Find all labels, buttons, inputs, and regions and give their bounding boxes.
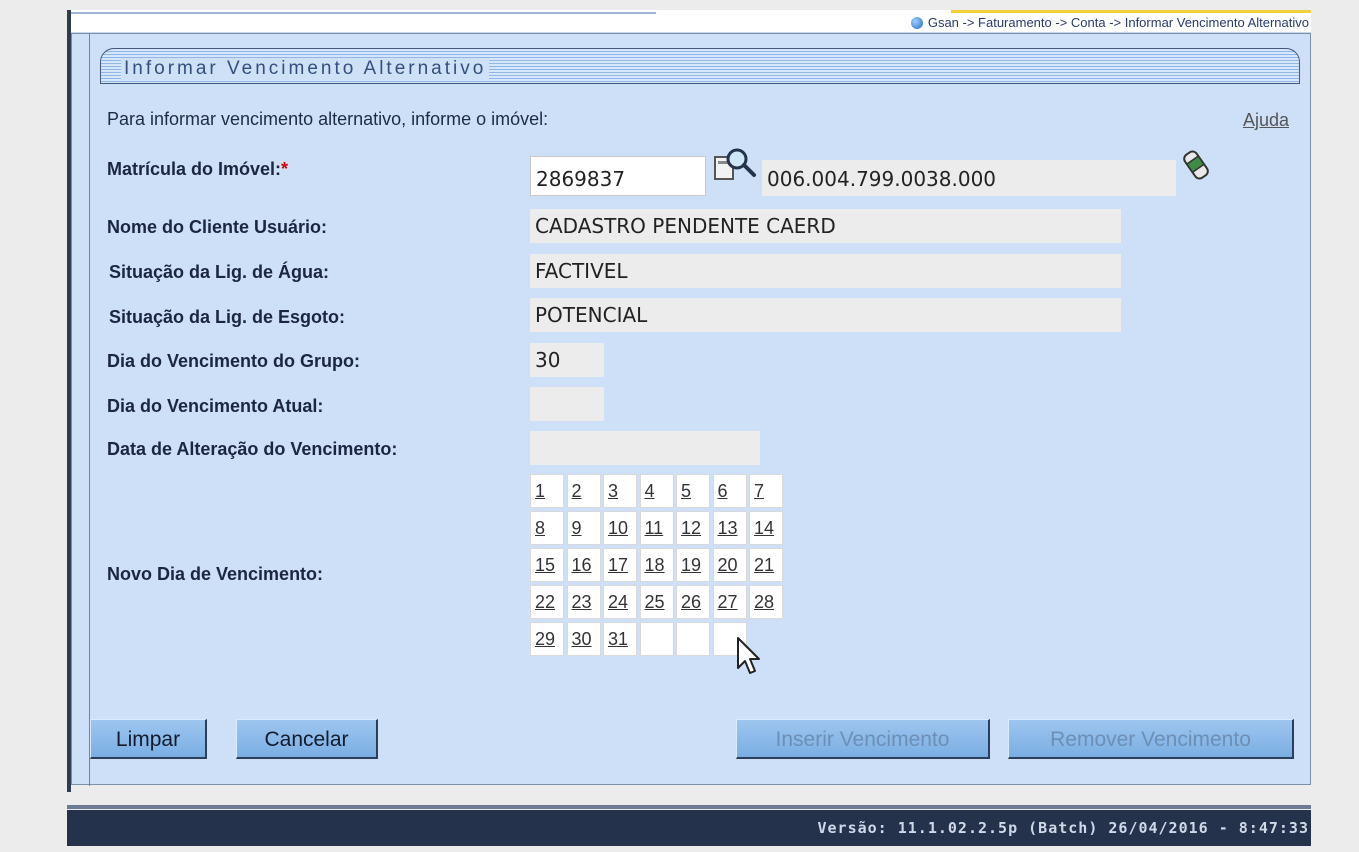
day-link-22[interactable]: 22 — [530, 585, 564, 619]
required-mark: * — [281, 159, 289, 179]
day-link-2[interactable]: 2 — [566, 474, 601, 508]
day-link-31[interactable]: 31 — [603, 622, 637, 656]
day-link-8[interactable]: 8 — [530, 511, 564, 545]
main-panel: Informar Vencimento Alternativo Para inf… — [71, 33, 1311, 786]
dia-grupo-field: 30 — [530, 343, 604, 377]
day-link-21[interactable]: 21 — [749, 548, 783, 582]
footer-separator — [67, 805, 1311, 809]
day-link-10[interactable]: 10 — [603, 511, 637, 545]
novo-dia-label: Novo Dia de Vencimento: — [107, 564, 324, 584]
data-alteracao-label: Data de Alteração do Vencimento: — [107, 439, 398, 459]
search-icon[interactable] — [713, 147, 757, 183]
day-link-29[interactable]: 29 — [530, 622, 564, 656]
day-link-16[interactable]: 16 — [566, 548, 601, 582]
dia-grupo-label: Dia do Vencimento do Grupo: — [107, 351, 361, 371]
help-link[interactable]: Ajuda — [1243, 110, 1289, 131]
day-link-18[interactable]: 18 — [639, 548, 674, 582]
day-link-24[interactable]: 24 — [603, 585, 637, 619]
day-link-28[interactable]: 28 — [749, 585, 783, 619]
matricula-input[interactable]: 2869837 — [530, 156, 706, 196]
day-cell-empty — [676, 622, 710, 656]
day-link-17[interactable]: 17 — [603, 548, 637, 582]
globe-icon — [910, 16, 923, 29]
breadcrumb: Gsan -> Faturamento -> Conta -> Informar… — [910, 15, 1309, 30]
nome-field: CADASTRO PENDENTE CAERD — [530, 209, 1121, 243]
agua-field: FACTIVEL — [530, 254, 1121, 288]
day-link-19[interactable]: 19 — [676, 548, 710, 582]
cancelar-button[interactable]: Cancelar — [236, 719, 378, 759]
header-accent-stripe — [951, 10, 1311, 13]
breadcrumb-bar: Gsan -> Faturamento -> Conta -> Informar… — [71, 10, 1311, 33]
data-alteracao-field — [530, 431, 760, 465]
day-link-1[interactable]: 1 — [530, 474, 564, 508]
day-link-20[interactable]: 20 — [712, 548, 747, 582]
day-link-15[interactable]: 15 — [530, 548, 564, 582]
day-link-5[interactable]: 5 — [676, 474, 710, 508]
esgoto-field: POTENCIAL — [530, 298, 1121, 332]
day-link-12[interactable]: 12 — [676, 511, 710, 545]
day-link-13[interactable]: 13 — [712, 511, 747, 545]
version-text: Versão: 11.1.02.2.5p (Batch) 26/04/2016 … — [817, 819, 1309, 837]
remover-vencimento-button[interactable]: Remover Vencimento — [1008, 719, 1294, 759]
day-link-7[interactable]: 7 — [749, 474, 783, 508]
mouse-cursor-icon — [737, 637, 760, 674]
inserir-vencimento-button[interactable]: Inserir Vencimento — [736, 719, 990, 759]
dia-atual-label: Dia do Vencimento Atual: — [107, 396, 324, 416]
nome-label: Nome do Cliente Usuário: — [107, 217, 328, 237]
day-link-23[interactable]: 23 — [566, 585, 601, 619]
page-title: Informar Vencimento Alternativo — [121, 58, 490, 80]
panel-title-tab: Informar Vencimento Alternativo — [100, 48, 1300, 84]
dia-atual-field — [530, 387, 604, 421]
eraser-icon[interactable] — [1180, 147, 1212, 183]
intro-text: Para informar vencimento alternativo, in… — [107, 109, 549, 129]
day-link-9[interactable]: 9 — [566, 511, 601, 545]
header-stripe — [71, 12, 656, 14]
limpar-button[interactable]: Limpar — [90, 719, 207, 759]
day-link-26[interactable]: 26 — [676, 585, 710, 619]
day-link-14[interactable]: 14 — [749, 511, 783, 545]
breadcrumb-path: Gsan -> Faturamento -> Conta -> Informar… — [927, 15, 1309, 30]
day-link-4[interactable]: 4 — [639, 474, 674, 508]
panel-inner-border — [89, 34, 90, 786]
day-link-6[interactable]: 6 — [712, 474, 747, 508]
day-link-3[interactable]: 3 — [603, 474, 637, 508]
matricula-label-text: Matrícula do Imóvel: — [107, 159, 282, 179]
day-link-27[interactable]: 27 — [712, 585, 747, 619]
day-link-11[interactable]: 11 — [639, 511, 674, 545]
day-link-25[interactable]: 25 — [639, 585, 674, 619]
day-cell-empty — [639, 622, 674, 656]
matricula-label: Matrícula do Imóvel:* — [107, 159, 288, 180]
day-link-30[interactable]: 30 — [566, 622, 601, 656]
esgoto-label: Situação da Lig. de Esgoto: — [109, 307, 346, 327]
inscricao-field: 006.004.799.0038.000 — [762, 160, 1176, 196]
agua-label: Situação da Lig. de Água: — [109, 262, 330, 282]
footer-bar: Versão: 11.1.02.2.5p (Batch) 26/04/2016 … — [67, 810, 1311, 846]
